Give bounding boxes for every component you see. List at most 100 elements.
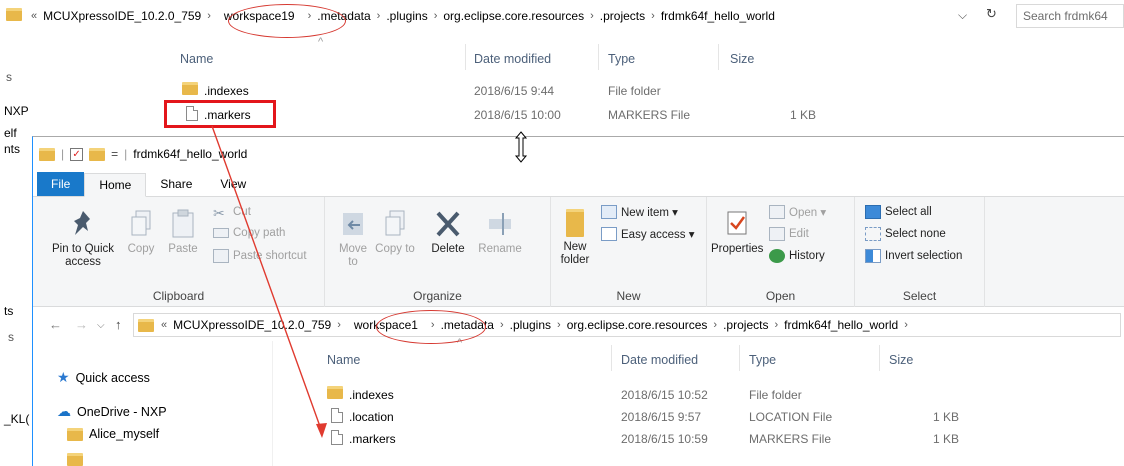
file-date: 2018/6/15 9:44	[474, 84, 555, 98]
move-to-icon	[343, 213, 363, 235]
rename-button[interactable]: Rename	[475, 209, 525, 256]
new-item-icon	[601, 205, 617, 219]
recent-dropdown-icon[interactable]: ⌵	[97, 320, 105, 331]
file-date: 2018/6/15 10:59	[621, 432, 708, 446]
nav-item-label: Alice_myself	[89, 427, 160, 441]
up-arrow-icon[interactable]: ↑	[115, 317, 122, 332]
breadcrumb-item[interactable]: .projects	[720, 318, 771, 332]
title-bar[interactable]: | ✓ = | frdmk64f_hello_world	[33, 137, 1124, 171]
breadcrumb-item[interactable]: frdmk64f_hello_world	[658, 9, 778, 23]
copy-path-icon	[213, 228, 229, 238]
nav-alice-myself[interactable]: Alice_myself	[67, 427, 159, 441]
nav-item-label: Quick access	[75, 370, 150, 385]
invert-selection-icon	[865, 249, 881, 263]
tab-file[interactable]: File	[37, 172, 85, 196]
easy-access-button[interactable]: Easy access ▾	[601, 227, 695, 241]
chevron-right-icon: ›	[499, 319, 504, 331]
folder-icon	[39, 147, 55, 161]
paste-shortcut-button[interactable]: Paste shortcut	[213, 249, 307, 263]
checkbox-properties-icon[interactable]: ✓	[70, 147, 84, 161]
delete-button[interactable]: Delete	[425, 209, 471, 256]
group-label-organize: Organize	[413, 289, 462, 303]
copy-icon	[131, 210, 151, 236]
file-date: 2018/6/15 10:52	[621, 388, 708, 402]
column-divider	[598, 44, 599, 70]
breadcrumb-item[interactable]: org.eclipse.core.resources	[564, 318, 711, 332]
tab-share[interactable]: Share	[146, 172, 206, 196]
file-date: 2018/6/15 9:57	[621, 410, 702, 424]
select-none-button[interactable]: Select none	[865, 227, 946, 241]
file-type: MARKERS File	[608, 108, 691, 122]
column-header-date[interactable]: Date modified	[621, 353, 698, 367]
pin-quick-access-button[interactable]: Pin to Quick access	[43, 209, 123, 269]
nav-quick-access[interactable]: ★ Quick access	[57, 369, 150, 386]
breadcrumb-item[interactable]: frdmk64f_hello_world	[781, 318, 901, 332]
back-arrow-icon[interactable]: ←	[49, 317, 62, 332]
new-folder-icon[interactable]	[89, 147, 106, 161]
copy-to-label: Copy to	[375, 243, 415, 255]
chevron-right-icon: ›	[713, 319, 718, 331]
invert-selection-button[interactable]: Invert selection	[865, 249, 962, 263]
breadcrumb-item[interactable]: MCUXpressoIDE_10.2.0_759	[40, 9, 204, 23]
select-all-icon	[865, 205, 881, 219]
cut-button[interactable]: ✂ Cut	[213, 205, 251, 221]
edit-button[interactable]: Edit	[769, 227, 809, 241]
properties-icon	[727, 211, 747, 235]
forward-arrow-icon[interactable]: →	[75, 317, 88, 332]
search-box[interactable]: Search frdmk64	[1016, 4, 1124, 28]
group-label-open: Open	[765, 289, 796, 303]
overflow-chevron-icon[interactable]: «	[158, 319, 170, 331]
column-header-name[interactable]: Name	[180, 52, 213, 66]
address-bar[interactable]: « MCUXpressoIDE_10.2.0_759 › workspace19…	[28, 4, 994, 28]
copy-to-button[interactable]: Copy to	[375, 209, 415, 256]
group-label-clipboard: Clipboard	[152, 289, 205, 303]
navigation-pane: ★ Quick access ☁ OneDrive - NXP Alice_my…	[33, 341, 273, 466]
new-folder-button[interactable]: New folder	[555, 209, 595, 267]
move-to-button[interactable]: Move to	[333, 209, 373, 269]
column-header-type[interactable]: Type	[608, 52, 635, 66]
highlight-ellipse	[376, 310, 486, 344]
overflow-chevron-icon[interactable]: «	[28, 10, 40, 22]
nav-onedrive[interactable]: ☁ OneDrive - NXP	[57, 403, 167, 420]
open-button[interactable]: Open ▾	[769, 205, 826, 219]
breadcrumb-item[interactable]: .plugins	[507, 318, 554, 332]
easy-access-icon	[601, 227, 617, 241]
copy-path-button[interactable]: Copy path	[213, 227, 285, 239]
breadcrumb-item[interactable]: MCUXpressoIDE_10.2.0_759	[170, 318, 334, 332]
column-header-type[interactable]: Type	[749, 353, 776, 367]
breadcrumb-item[interactable]: .plugins	[383, 9, 430, 23]
tab-home[interactable]: Home	[84, 173, 147, 197]
column-divider	[718, 44, 719, 70]
tab-view[interactable]: View	[206, 172, 260, 196]
qat-dropdown-icon[interactable]: =	[111, 147, 118, 161]
address-dropdown-icon[interactable]: ⌵	[958, 8, 967, 23]
history-button[interactable]: History	[769, 249, 825, 263]
address-bar[interactable]: « MCUXpressoIDE_10.2.0_759 › workspace1 …	[133, 313, 1121, 337]
folder-icon	[138, 318, 154, 332]
column-header-size[interactable]: Size	[889, 353, 913, 367]
folder-icon	[182, 82, 198, 95]
breadcrumb-item[interactable]: .projects	[597, 9, 648, 23]
nav-fragment: s	[6, 70, 12, 84]
scissors-icon: ✂	[213, 205, 225, 221]
properties-button[interactable]: Properties	[711, 209, 763, 256]
new-group: New folder New item ▾ Easy access ▾ New	[551, 197, 707, 307]
file-name: .indexes	[204, 84, 249, 98]
organize-group: Move to Copy to Delete Rename Organize	[325, 197, 551, 307]
paste-button[interactable]: Paste	[163, 209, 203, 256]
column-header-date[interactable]: Date modified	[474, 52, 551, 66]
separator: |	[61, 147, 65, 161]
column-header-name[interactable]: Name	[327, 353, 360, 367]
column-header-size[interactable]: Size	[730, 52, 754, 66]
move-to-label: Move to	[338, 243, 368, 268]
nav-fragment: elf	[4, 126, 17, 140]
file-type: MARKERS File	[749, 432, 832, 446]
new-item-button[interactable]: New item ▾	[601, 205, 678, 219]
copy-button[interactable]: Copy	[121, 209, 161, 256]
chevron-right-icon: ›	[376, 10, 381, 22]
breadcrumb-item[interactable]: org.eclipse.core.resources	[440, 9, 587, 23]
refresh-icon[interactable]: ↻	[986, 6, 997, 22]
select-all-button[interactable]: Select all	[865, 205, 932, 219]
select-none-label: Select none	[885, 228, 946, 240]
paste-label: Paste	[168, 243, 198, 255]
